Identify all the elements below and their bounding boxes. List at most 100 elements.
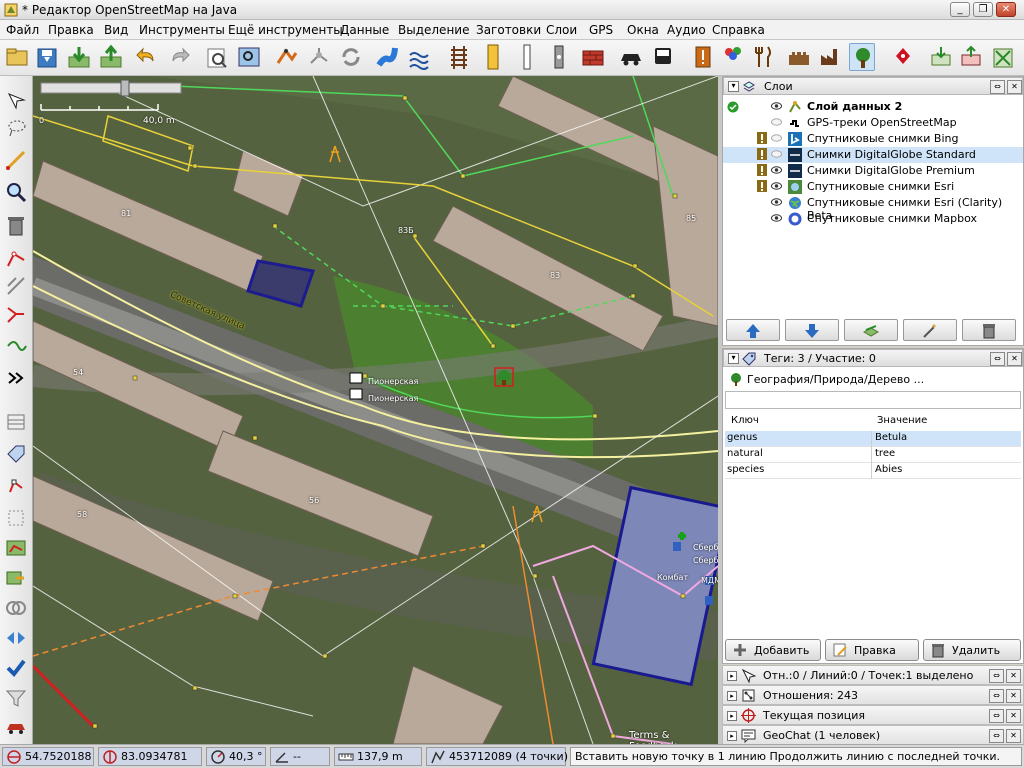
zoom-preview-icon[interactable] — [236, 43, 262, 71]
select-icon[interactable] — [4, 88, 28, 112]
detach-panel-button[interactable]: ⇔ — [989, 689, 1004, 703]
download-icon[interactable] — [66, 43, 92, 71]
water-waves-icon[interactable] — [406, 43, 432, 71]
layer-row[interactable]: Спутниковые снимки Esri — [723, 179, 1023, 195]
close-panel-button[interactable]: ✕ — [1007, 352, 1022, 366]
node-icon[interactable] — [4, 474, 28, 498]
menu-more-tools[interactable]: Ещё инструменты — [228, 23, 343, 37]
layer-properties-button[interactable] — [903, 319, 957, 341]
tag-value[interactable]: Abies — [875, 464, 902, 475]
terms-link[interactable]: Terms & Feedback — [629, 730, 718, 744]
improve-way-icon[interactable] — [4, 246, 28, 270]
map-view[interactable]: 0 40,0 m Советская улица Пионерская Пион… — [33, 76, 718, 744]
shortcuts-icon[interactable] — [274, 43, 300, 71]
menu-selection[interactable]: Выделение — [398, 23, 469, 37]
visibility-eye-icon[interactable] — [771, 182, 782, 190]
position-panel-toggle[interactable]: ▸ Текущая позиция ⇔ ✕ — [722, 705, 1024, 725]
menu-view[interactable]: Вид — [104, 23, 128, 37]
close-panel-button[interactable]: ✕ — [1006, 669, 1021, 683]
area-icon[interactable] — [4, 536, 28, 560]
detach-panel-button[interactable]: ⇔ — [989, 709, 1004, 723]
preset-link[interactable]: География/Природа/Дерево ... — [725, 371, 1021, 389]
water-icon[interactable] — [374, 43, 400, 71]
tag-search-field[interactable] — [725, 391, 1021, 409]
collapse-toggle[interactable]: ▾ — [728, 81, 739, 92]
save-icon[interactable] — [34, 43, 60, 71]
visibility-eye-icon[interactable] — [771, 166, 782, 174]
close-panel-button[interactable]: ✕ — [1006, 729, 1021, 743]
column-value-header[interactable]: Значение — [877, 415, 927, 426]
menu-gps[interactable]: GPS — [589, 23, 613, 37]
menu-layers[interactable]: Слои — [546, 23, 577, 37]
collapse-toggle[interactable]: ▾ — [728, 353, 739, 364]
layer-row[interactable]: Снимки DigitalGlobe Premium — [723, 163, 1023, 179]
layer-row[interactable]: Слой данных 2 — [723, 99, 1023, 115]
visibility-off-icon[interactable] — [771, 150, 782, 158]
close-panel-button[interactable]: ✕ — [1007, 80, 1022, 94]
poi-icon[interactable] — [890, 43, 916, 71]
menu-file[interactable]: Файл — [6, 23, 39, 37]
download-area-icon[interactable] — [928, 43, 954, 71]
menu-audio[interactable]: Аудио — [667, 23, 706, 37]
move-up-button[interactable] — [726, 319, 780, 341]
menu-edit[interactable]: Правка — [48, 23, 94, 37]
nodes-icon[interactable] — [306, 43, 332, 71]
railway-icon[interactable] — [446, 43, 472, 71]
factory-icon[interactable] — [818, 43, 844, 71]
relations-panel-toggle[interactable]: ▸ Отношения: 243 ⇔ ✕ — [722, 685, 1024, 705]
reverse-icon[interactable] — [4, 626, 28, 650]
lasso-icon[interactable] — [4, 116, 28, 140]
extrude-icon[interactable] — [4, 302, 28, 326]
visibility-eye-icon[interactable] — [771, 214, 782, 222]
filter-icon[interactable] — [4, 686, 28, 710]
layer-toggle-icon[interactable] — [4, 410, 28, 434]
building-icon[interactable] — [546, 43, 572, 71]
tree-icon[interactable] — [849, 43, 875, 71]
delete-layer-button[interactable] — [962, 319, 1016, 341]
tag-value[interactable]: tree — [875, 448, 895, 459]
food-icon[interactable] — [750, 43, 776, 71]
table-row[interactable]: species Abies — [725, 463, 1021, 479]
open-icon[interactable] — [4, 43, 30, 71]
redo-icon[interactable] — [166, 43, 192, 71]
menu-tools[interactable]: Инструменты — [139, 23, 225, 37]
tag-key[interactable]: genus — [727, 432, 757, 443]
selection-panel-toggle[interactable]: ▸ Отн.:0 / Линий:0 / Точек:1 выделено ⇔ … — [722, 665, 1024, 685]
tag-icon[interactable] — [4, 442, 28, 466]
menu-data[interactable]: Данные — [340, 23, 389, 37]
draw-icon[interactable] — [4, 148, 28, 172]
combine-icon[interactable] — [4, 596, 28, 620]
layer-row[interactable]: GPS-треки OpenStreetMap — [723, 115, 1023, 131]
move-down-button[interactable] — [785, 319, 839, 341]
validate-icon[interactable] — [4, 656, 28, 680]
menu-help[interactable]: Справка — [712, 23, 765, 37]
column-key-header[interactable]: Ключ — [731, 415, 759, 426]
wall-icon[interactable] — [580, 43, 606, 71]
split-icon[interactable] — [4, 334, 28, 358]
visibility-off-icon[interactable] — [771, 118, 782, 126]
upload-area-icon[interactable] — [958, 43, 984, 71]
geochat-panel-toggle[interactable]: ▸ GeoChat (1 человек) ⇔ ✕ — [722, 725, 1024, 745]
castle-icon[interactable] — [786, 43, 812, 71]
parallel-icon[interactable] — [4, 274, 28, 298]
detach-panel-button[interactable]: ⇔ — [990, 352, 1005, 366]
road-minor-icon[interactable] — [514, 43, 540, 71]
car-icon[interactable] — [618, 43, 644, 71]
resize-icon[interactable] — [990, 43, 1016, 71]
close-panel-button[interactable]: ✕ — [1006, 689, 1021, 703]
add-tag-button[interactable]: Добавить — [725, 639, 821, 661]
zoom-icon[interactable] — [4, 180, 28, 204]
road-icon[interactable] — [480, 43, 506, 71]
menu-presets[interactable]: Заготовки — [476, 23, 541, 37]
measure-icon[interactable] — [4, 506, 28, 530]
edit-tag-button[interactable]: Правка — [825, 639, 919, 661]
detach-panel-button[interactable]: ⇔ — [990, 80, 1005, 94]
copy-icon[interactable] — [4, 566, 28, 590]
layer-row[interactable]: Спутниковые снимки Esri (Clarity) Beta — [723, 195, 1023, 222]
delete-tag-button[interactable]: Удалить — [923, 639, 1021, 661]
detach-panel-button[interactable]: ⇔ — [989, 669, 1004, 683]
tag-key[interactable]: species — [727, 464, 764, 475]
table-row[interactable]: natural tree — [725, 447, 1021, 463]
layer-row[interactable]: Спутниковые снимки Bing — [723, 131, 1023, 147]
car-tool-icon[interactable] — [4, 714, 28, 738]
